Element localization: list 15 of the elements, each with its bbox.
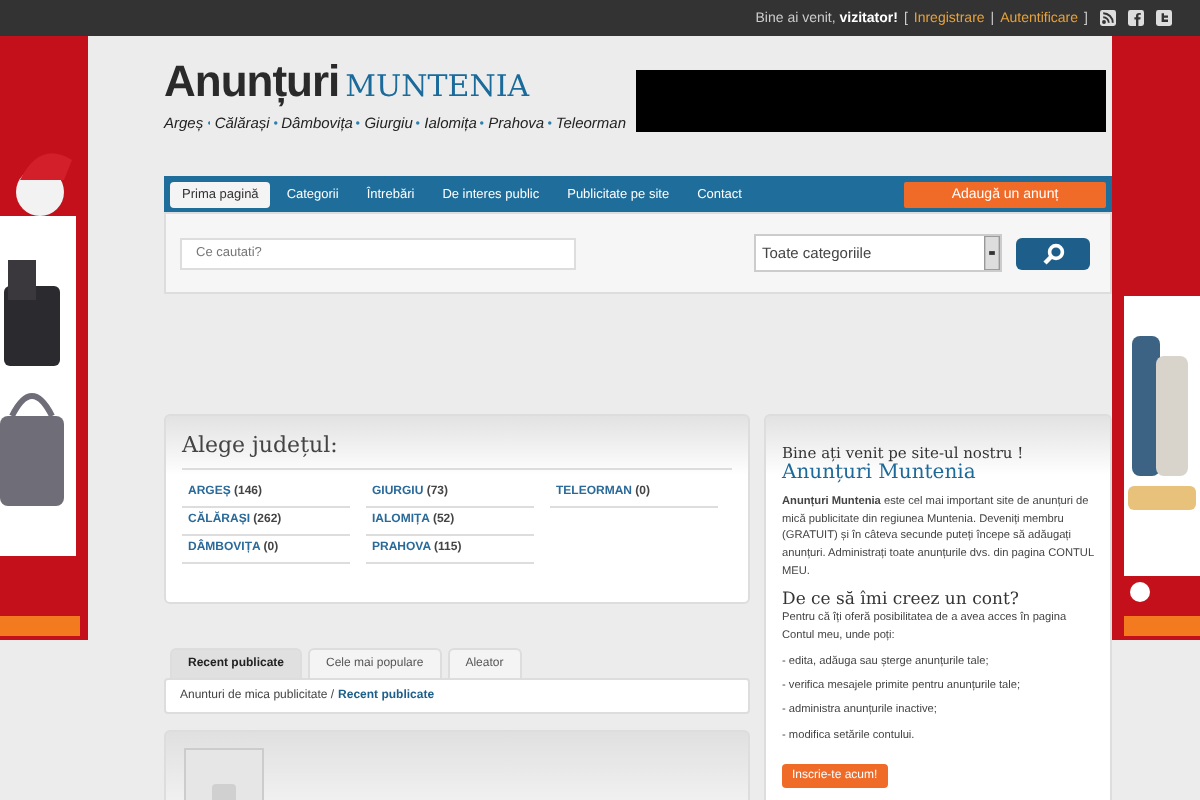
facebook-icon[interactable]	[1128, 10, 1144, 26]
dot-icon	[416, 120, 421, 126]
rss-icon[interactable]	[1100, 10, 1116, 26]
dropdown-icon	[984, 236, 1000, 270]
search-icon	[1041, 241, 1065, 265]
twitter-icon[interactable]	[1156, 10, 1172, 26]
logo-text[interactable]: Anunțuri	[164, 60, 340, 104]
dot-icon	[273, 120, 278, 126]
panel-title: Alege județul:	[182, 432, 732, 470]
section-heading: De ce să îmi creez un cont?	[782, 590, 1021, 611]
dot-icon	[480, 120, 485, 126]
search-button[interactable]	[1016, 237, 1090, 269]
site-name: Anunțuri Muntenia	[782, 462, 978, 484]
dot-icon	[356, 120, 361, 126]
logo-text[interactable]: MUNTENIA	[345, 72, 530, 102]
